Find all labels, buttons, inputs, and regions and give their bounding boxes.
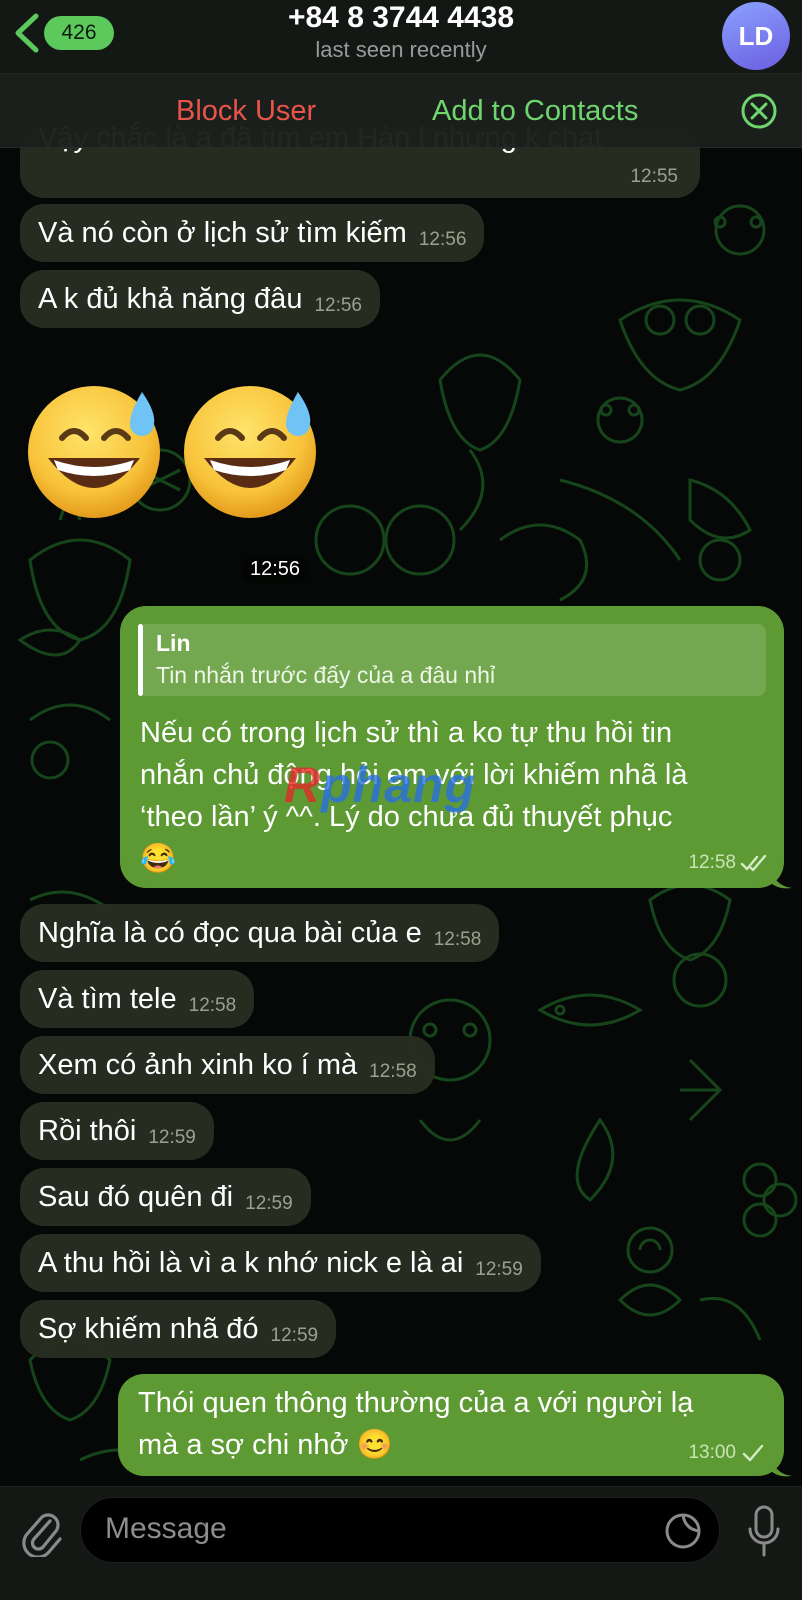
message-outgoing-reply[interactable]: Lin Tin nhắn trước đấy của a đâu nhỉ Nếu… [120,606,784,888]
microphone-icon[interactable] [746,1505,782,1557]
reply-author: Lin [156,630,191,656]
sticker-icon[interactable] [663,1511,703,1551]
block-user-button[interactable]: Block User [176,92,316,130]
reply-quote-bar [138,624,143,696]
message-text: Xem có ảnh xinh ko í mà [38,1048,358,1081]
message-time: 12:59 [475,1259,523,1280]
message-incoming[interactable]: Và tìm tele 12:58 [20,970,255,1028]
message-text: Rồi thôi [38,1114,137,1147]
message-input-bar: Message [0,1486,802,1600]
message-text: A k đủ khả năng đâu [38,282,303,315]
avatar[interactable]: LD [722,2,790,70]
message-text: Sau đó quên đi [38,1180,234,1213]
message-time: 12:56 [418,229,467,250]
message-incoming[interactable]: Và nó còn ở lịch sử tìm kiếm 12:56 [20,204,485,262]
message-text: Sợ khiếm nhã đó [38,1312,259,1345]
message-time: 12:58 [433,929,482,950]
message-incoming[interactable]: Xem có ảnh xinh ko í mà 12:58 [20,1036,435,1094]
message-time: 12:59 [270,1325,319,1346]
chat-header: 426 +84 8 3744 4438 last seen recently L… [0,0,802,74]
message-text-line: Thói quen thông thường của a với người l… [138,1387,694,1419]
sweat-smile-emoji [28,386,316,518]
reply-text: Tin nhắn trước đấy của a đâu nhỉ [156,662,496,688]
add-to-contacts-button[interactable]: Add to Contacts [432,92,638,130]
message-time: 12:55 [630,166,678,187]
message-text-line: 😂 [140,843,177,875]
message-outgoing[interactable]: Thói quen thông thường của a với người l… [118,1374,784,1476]
message-time: 13:00 [688,1442,736,1463]
single-check-icon [742,1444,764,1462]
message-text: Và nó còn ở lịch sử tìm kiếm [38,216,407,249]
message-text-line: mà a sợ chi nhở 😊 [138,1429,393,1461]
double-check-icon [740,854,767,872]
paperclip-icon[interactable] [20,1507,64,1557]
message-incoming[interactable]: Sau đó quên đi 12:59 [20,1168,311,1226]
message-text: Nghĩa là có đọc qua bài của e [38,916,422,949]
message-input[interactable]: Message [80,1497,720,1563]
contact-action-bar: Block User Add to Contacts [0,74,802,148]
message-incoming[interactable]: Rồi thôi 12:59 [20,1102,214,1160]
message-incoming[interactable]: Nghĩa là có đọc qua bài của e 12:58 [20,904,500,962]
watermark-logo: Rphang [284,757,477,813]
message-time: 12:56 [242,556,309,583]
emoji-sticker-message[interactable] [24,380,324,520]
message-time: 12:59 [148,1127,196,1148]
message-time: 12:59 [245,1193,293,1214]
message-incoming[interactable]: A thu hồi là vì a k nhớ nick e là ai 12:… [20,1234,541,1292]
reply-quote[interactable]: Lin Tin nhắn trước đấy của a đâu nhỉ [138,624,766,696]
message-time: 12:58 [188,995,237,1016]
message-placeholder: Message [105,1512,227,1545]
message-time: 12:56 [314,295,362,316]
message-time: 12:58 [369,1061,417,1082]
message-incoming[interactable]: A k đủ khả năng đâu 12:56 [20,270,380,328]
close-circle-icon[interactable] [740,92,778,130]
message-text-line: Nếu có trong lịch sử thì a ko tự thu hồi… [140,717,673,749]
message-text: A thu hồi là vì a k nhớ nick e là ai [38,1246,464,1279]
message-text: Và tìm tele [38,982,177,1015]
message-incoming[interactable]: Sợ khiếm nhã đó 12:59 [20,1300,337,1358]
message-time: 12:58 [688,852,736,873]
contact-title[interactable]: +84 8 3744 4438 [0,0,802,36]
contact-status: last seen recently [315,37,487,62]
